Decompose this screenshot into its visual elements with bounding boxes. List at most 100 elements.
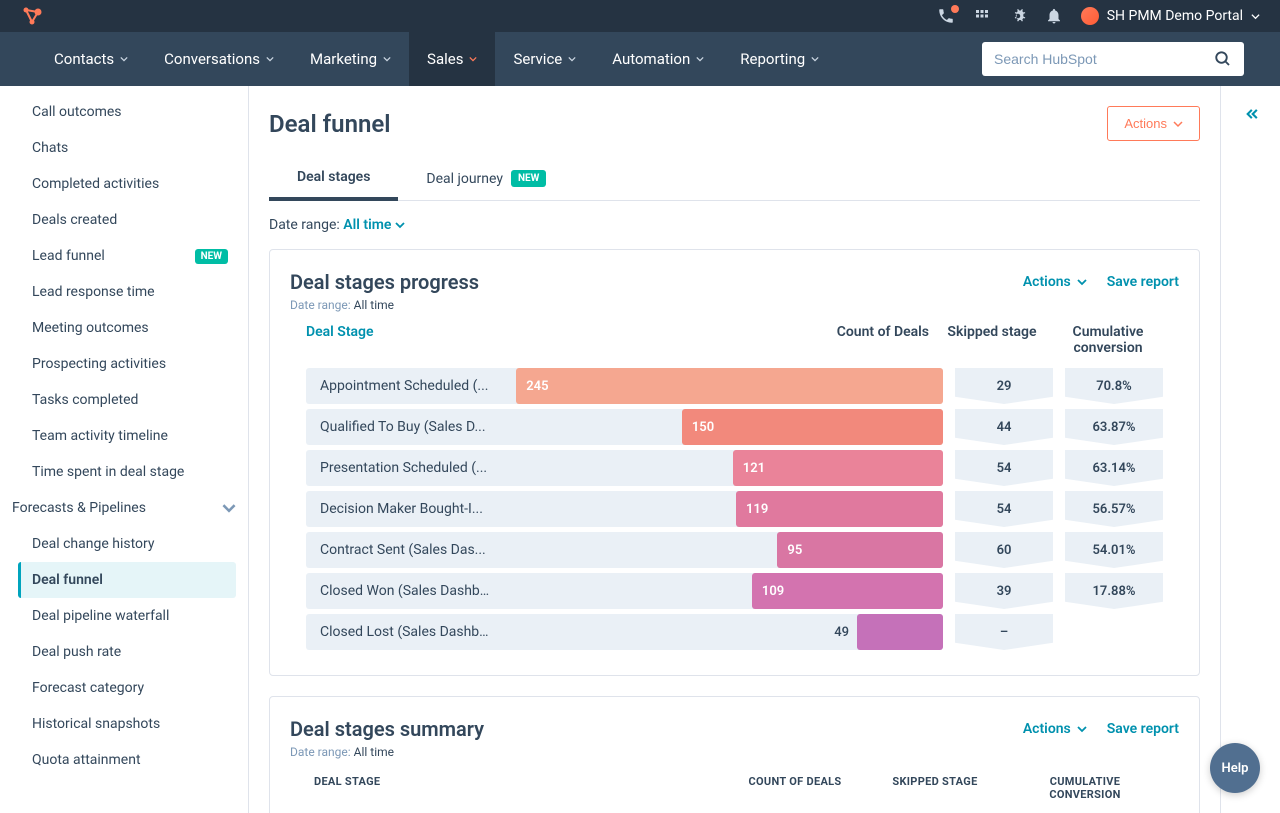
sidebar-item[interactable]: Meeting outcomes bbox=[24, 310, 236, 346]
main-container: Call outcomesChatsCompleted activitiesDe… bbox=[0, 86, 1280, 813]
sidebar-item-label: Lead response time bbox=[32, 284, 155, 300]
notification-dot bbox=[951, 5, 959, 13]
page-title: Deal funnel bbox=[269, 110, 391, 138]
actions-button[interactable]: Actions bbox=[1107, 106, 1200, 141]
sidebar-item[interactable]: Deal change history bbox=[24, 526, 236, 562]
help-button[interactable]: Help bbox=[1210, 743, 1260, 793]
card-header: Deal stages summary Actions Save report bbox=[290, 717, 1179, 741]
sidebar-item-label: Deal change history bbox=[32, 536, 155, 552]
sidebar-item[interactable]: Time spent in deal stage bbox=[24, 454, 236, 490]
sidebar-item[interactable]: Lead funnelNEW bbox=[24, 238, 236, 274]
nav-items: Contacts Conversations Marketing Sales S… bbox=[36, 32, 837, 86]
sidebar-item[interactable]: Completed activities bbox=[24, 166, 236, 202]
phone-icon[interactable] bbox=[937, 7, 955, 25]
summary-col-stage: DEAL STAGE bbox=[314, 775, 735, 801]
sidebar-item[interactable]: Lead response time bbox=[24, 274, 236, 310]
tab-deal-stages[interactable]: Deal stages bbox=[269, 157, 398, 201]
chevron-down-icon bbox=[395, 220, 405, 230]
bar-fill: 245 bbox=[516, 368, 943, 404]
collapse-icon[interactable] bbox=[1241, 104, 1261, 813]
nav-contacts[interactable]: Contacts bbox=[36, 32, 146, 86]
nav-sales[interactable]: Sales bbox=[409, 32, 495, 86]
sidebar-item[interactable]: Historical snapshots bbox=[24, 706, 236, 742]
skipped-value: 29 bbox=[955, 368, 1053, 404]
funnel-bar[interactable]: Appointment Scheduled (... 245 bbox=[306, 368, 943, 404]
sidebar-item[interactable]: Deal funnel bbox=[18, 562, 236, 598]
chevron-down-icon bbox=[568, 55, 576, 63]
card-title: Deal stages progress bbox=[290, 270, 479, 294]
funnel-row: Closed Won (Sales Dashb...1093917.88% bbox=[290, 573, 1179, 609]
sidebar-item[interactable]: Tasks completed bbox=[24, 382, 236, 418]
nav-reporting[interactable]: Reporting bbox=[722, 32, 837, 86]
nav-marketing[interactable]: Marketing bbox=[292, 32, 409, 86]
sidebar-group-label: Forecasts & Pipelines bbox=[12, 500, 146, 516]
bar-fill: 109 bbox=[752, 573, 943, 609]
card-actions: Actions Save report bbox=[1023, 721, 1179, 737]
search-input[interactable] bbox=[994, 51, 1214, 67]
funnel-bar[interactable]: Contract Sent (Sales Das...95 bbox=[306, 532, 943, 568]
deal-stages-progress-card: Deal stages progress Actions Save report… bbox=[269, 249, 1200, 676]
card-actions-dropdown[interactable]: Actions bbox=[1023, 274, 1087, 290]
sidebar-item[interactable]: Call outcomes bbox=[24, 94, 236, 130]
sidebar-item-label: Prospecting activities bbox=[32, 356, 166, 372]
sidebar: Call outcomesChatsCompleted activitiesDe… bbox=[0, 86, 249, 813]
sidebar-item-label: Historical snapshots bbox=[32, 716, 160, 732]
stage-label: Decision Maker Bought-I... bbox=[320, 501, 483, 517]
nav-bar: Contacts Conversations Marketing Sales S… bbox=[0, 32, 1280, 86]
sidebar-item[interactable]: Deals created bbox=[24, 202, 236, 238]
sidebar-group-forecasts[interactable]: Forecasts & Pipelines bbox=[12, 490, 236, 526]
tab-deal-journey[interactable]: Deal journey NEW bbox=[398, 157, 574, 200]
skipped-value: 39 bbox=[955, 573, 1053, 609]
new-badge: NEW bbox=[195, 249, 228, 264]
nav-conversations[interactable]: Conversations bbox=[146, 32, 292, 86]
card-subtitle: Date range: All time bbox=[290, 745, 1179, 759]
top-header: SH PMM Demo Portal bbox=[0, 0, 1280, 32]
hubspot-logo[interactable] bbox=[20, 4, 44, 28]
funnel-bar[interactable]: Closed Lost (Sales Dashb...49 bbox=[306, 614, 943, 650]
cumulative-value: 63.87% bbox=[1065, 409, 1163, 445]
card-actions-dropdown[interactable]: Actions bbox=[1023, 721, 1087, 737]
stage-label: Appointment Scheduled (... bbox=[320, 378, 489, 394]
portal-switcher[interactable]: SH PMM Demo Portal bbox=[1081, 7, 1260, 25]
gear-icon[interactable] bbox=[1009, 7, 1027, 25]
chevron-down-icon bbox=[1077, 277, 1087, 287]
funnel-row: Contract Sent (Sales Das...956054.01% bbox=[290, 532, 1179, 568]
sidebar-item[interactable]: Chats bbox=[24, 130, 236, 166]
skipped-value: 54 bbox=[955, 450, 1053, 486]
nav-service[interactable]: Service bbox=[495, 32, 594, 86]
funnel-bar[interactable]: Decision Maker Bought-I... 119 bbox=[306, 491, 943, 527]
sidebar-item-label: Quota attainment bbox=[32, 752, 141, 768]
funnel-row: Closed Lost (Sales Dashb...49– bbox=[290, 614, 1179, 650]
skipped-value: – bbox=[955, 614, 1053, 650]
summary-table-header: DEAL STAGE COUNT OF DEALS SKIPPED STAGE … bbox=[290, 775, 1179, 801]
funnel-bar[interactable]: Closed Won (Sales Dashb...109 bbox=[306, 573, 943, 609]
sidebar-item-label: Forecast category bbox=[32, 680, 144, 696]
sidebar-item[interactable]: Deal pipeline waterfall bbox=[24, 598, 236, 634]
col-stage-header[interactable]: Deal Stage bbox=[306, 324, 823, 356]
save-report-link[interactable]: Save report bbox=[1107, 721, 1179, 737]
sidebar-item-label: Deal push rate bbox=[32, 644, 121, 660]
funnel-bar[interactable]: Qualified To Buy (Sales D...150 bbox=[306, 409, 943, 445]
bar-fill bbox=[857, 614, 943, 650]
sidebar-item[interactable]: Prospecting activities bbox=[24, 346, 236, 382]
sidebar-item[interactable]: Forecast category bbox=[24, 670, 236, 706]
marketplace-icon[interactable] bbox=[973, 7, 991, 25]
search-box[interactable] bbox=[982, 42, 1244, 76]
search-icon[interactable] bbox=[1214, 50, 1232, 68]
sidebar-item[interactable]: Deal push rate bbox=[24, 634, 236, 670]
nav-automation[interactable]: Automation bbox=[594, 32, 722, 86]
sidebar-item-label: Deal funnel bbox=[32, 572, 103, 588]
funnel-bar[interactable]: Presentation Scheduled (...121 bbox=[306, 450, 943, 486]
bar-fill: 95 bbox=[777, 532, 943, 568]
sidebar-item-label: Chats bbox=[32, 140, 68, 156]
funnel-row: Appointment Scheduled (...2452970.8% bbox=[290, 368, 1179, 404]
sidebar-item[interactable]: Quota attainment bbox=[24, 742, 236, 778]
save-report-link[interactable]: Save report bbox=[1107, 274, 1179, 290]
new-badge: NEW bbox=[511, 170, 546, 187]
sidebar-item[interactable]: Team activity timeline bbox=[24, 418, 236, 454]
sidebar-item-label: Team activity timeline bbox=[32, 428, 168, 444]
bar-fill: 119 bbox=[736, 491, 943, 527]
bell-icon[interactable] bbox=[1045, 7, 1063, 25]
date-range-dropdown[interactable]: All time bbox=[343, 217, 405, 233]
chevron-down-icon bbox=[1077, 724, 1087, 734]
